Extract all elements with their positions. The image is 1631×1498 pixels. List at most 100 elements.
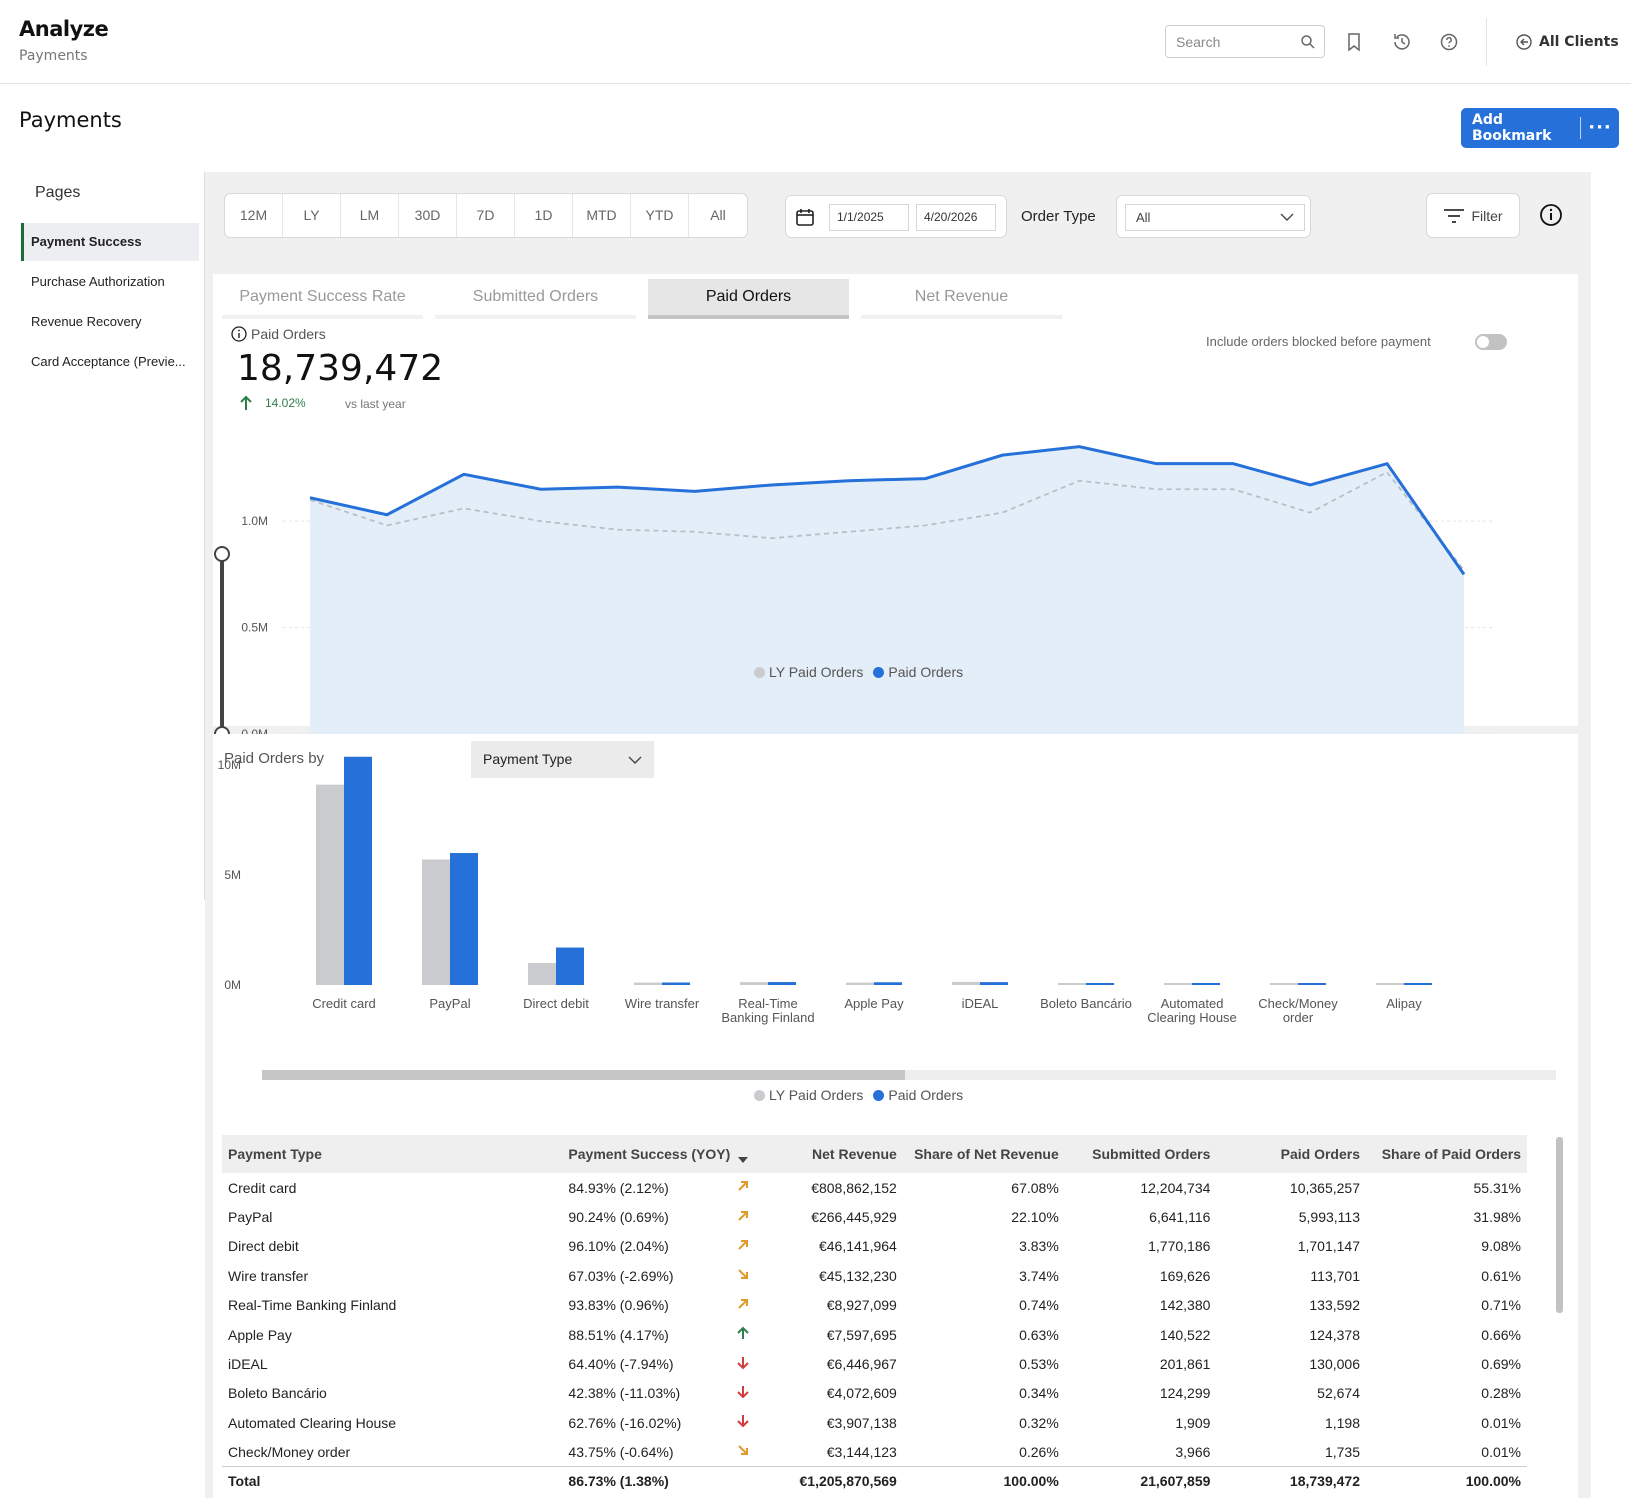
pages-sidebar: Pages Payment Success Purchase Authoriza… [19,172,200,900]
sidebar-item-revenue-recovery[interactable]: Revenue Recovery [21,303,199,341]
table-row[interactable]: Credit card 84.93% (2.12%) €808,862,152 67.… [222,1173,1527,1202]
table-total-row: Total 86.73% (1.38%) €1,205,870,569 100.00%… [222,1466,1527,1495]
period-7d[interactable]: 7D [457,194,515,237]
cell-payment-success: 64.40% (-7.94%) [568,1356,674,1373]
table-row[interactable]: Real-Time Banking Finland 93.83% (0.96%) €… [222,1291,1527,1320]
x-category-label: Alipay [1386,996,1422,1011]
help-icon[interactable] [1438,31,1460,53]
date-from-input[interactable]: 1/1/2025 [829,204,909,231]
col-paid-orders[interactable]: Paid Orders [1216,1135,1366,1173]
table-row[interactable]: Apple Pay 88.51% (4.17%) €7,597,695 0.63% 14… [222,1320,1527,1349]
period-1d[interactable]: 1D [515,194,573,237]
cell-net-revenue: €7,597,695 [826,1326,897,1343]
cell-paid-orders: 18,739,472 [1216,1466,1366,1495]
tab-paid-orders[interactable]: Paid Orders [648,279,849,319]
col-share-paid-orders[interactable]: Share of Paid Orders [1366,1135,1527,1173]
cell-payment-success: 93.83% (0.96%) [568,1297,669,1314]
y-tick-label: 10M [218,758,241,772]
cell-paid-orders: 113,701 [1310,1267,1360,1284]
period-12m[interactable]: 12M [225,194,283,237]
trend-arrow-icon [727,1261,758,1290]
period-ytd[interactable]: YTD [631,194,689,237]
cell-share-net-revenue: 100.00% [902,1466,1065,1495]
period-mtd[interactable]: MTD [573,194,631,237]
table-row[interactable]: Direct debit 96.10% (2.04%) €46,141,964 3.8… [222,1232,1527,1261]
info-icon[interactable] [231,326,247,342]
search-box[interactable] [1165,25,1325,58]
sort-indicator[interactable] [727,1135,759,1173]
cell-share-paid-orders: 0.01% [1481,1443,1521,1460]
info-icon[interactable] [1539,203,1563,227]
sidebar-item-purchase-authorization[interactable]: Purchase Authorization [21,263,199,301]
period-all[interactable]: All [689,194,747,237]
cell-paid-orders: 1,735 [1324,1443,1360,1460]
cell-share-net-revenue: 0.53% [1019,1356,1059,1373]
table-header-row: Payment Type Payment Success (YOY) Net R… [222,1135,1527,1173]
col-share-net-revenue[interactable]: Share of Net Revenue [902,1135,1065,1173]
period-ly[interactable]: LY [283,194,341,237]
order-type-select[interactable]: All [1116,195,1311,238]
period-30d[interactable]: 30D [399,194,457,237]
col-payment-success[interactable]: Payment Success (YOY) [562,1135,730,1173]
tab-submitted-orders[interactable]: Submitted Orders [435,279,636,319]
tab-payment-success-rate[interactable]: Payment Success Rate [222,279,423,319]
cell-payment-type: Total [222,1466,563,1495]
table-row[interactable]: Check/Money order 43.75% (-0.64%) €3,144,1… [222,1438,1527,1467]
legend-ly[interactable]: LY Paid Orders [769,664,863,680]
cell-payment-success: 88.51% (4.17%) [568,1326,669,1343]
x-category-label: PayPal [429,996,470,1011]
toggle-knob [1477,336,1489,348]
topbar-divider [1486,18,1487,66]
legend-current[interactable]: Paid Orders [888,664,963,680]
blocked-orders-toggle[interactable] [1475,334,1507,350]
range-slider-handle-top [214,546,230,562]
col-submitted-orders[interactable]: Submitted Orders [1064,1135,1217,1173]
search-icon[interactable] [1300,34,1316,50]
date-to-input[interactable]: 4/20/2026 [916,204,996,231]
payment-type-table: Payment Type Payment Success (YOY) Net R… [222,1135,1527,1495]
legend-ly[interactable]: LY Paid Orders [769,1087,863,1103]
cell-net-revenue: €266,445,929 [811,1209,897,1226]
app-subtitle[interactable]: Payments [19,48,88,64]
cell-payment-type: Wire transfer [228,1267,309,1284]
more-options-icon[interactable]: ··· [1581,119,1619,137]
cell-payment-type: iDEAL [228,1356,268,1373]
filter-button[interactable]: Filter [1426,193,1520,238]
bookmark-icon[interactable] [1343,31,1365,53]
cell-paid-orders: 5,993,113 [1298,1209,1360,1226]
all-clients-button[interactable]: All Clients [1515,31,1619,53]
search-input[interactable] [1176,32,1296,52]
cell-paid-orders: 10,365,257 [1289,1179,1360,1196]
sidebar-item-payment-success[interactable]: Payment Success [21,223,199,261]
trend-arrow-icon [727,1408,758,1437]
table-row[interactable]: Boleto Bancário 42.38% (-11.03%) €4,072,60… [222,1379,1527,1408]
cell-payment-type: Direct debit [228,1238,299,1255]
sort-desc-icon[interactable] [737,1154,749,1164]
paid-orders-by-type-chart: 0M 5M 10M Credit card PayPal Direct debit Wire… [218,756,1432,1025]
cell-submitted-orders: 124,299 [1159,1385,1211,1402]
table-row[interactable]: Wire transfer 67.03% (-2.69%) €45,132,230 3… [222,1261,1527,1290]
table-row[interactable]: Automated Clearing House 62.76% (-16.02%)… [222,1408,1527,1437]
cell-paid-orders: 133,592 [1309,1297,1360,1314]
add-bookmark-button[interactable]: Add Bookmark ··· [1461,108,1619,148]
chart-horizontal-scrollbar[interactable] [262,1070,1556,1080]
col-net-revenue[interactable]: Net Revenue [758,1135,903,1173]
legend-swatch-current [873,666,885,678]
history-icon[interactable] [1391,31,1413,53]
cell-submitted-orders: 142,380 [1159,1297,1211,1314]
table-vertical-scrollbar[interactable] [1556,1137,1563,1313]
tab-net-revenue[interactable]: Net Revenue [861,279,1062,319]
calendar-icon[interactable] [795,207,815,227]
col-payment-type[interactable]: Payment Type [222,1135,563,1173]
period-lm[interactable]: LM [341,194,399,237]
switch-clients-icon [1516,34,1532,50]
table-row[interactable]: iDEAL 64.40% (-7.94%) €6,446,967 0.53% 201,8… [222,1349,1527,1378]
sidebar-item-card-acceptance[interactable]: Card Acceptance (Previe... [21,343,199,381]
scrollbar-thumb[interactable] [262,1070,905,1080]
table-row[interactable]: PayPal 90.24% (0.69%) €266,445,929 22.10% 6,… [222,1202,1527,1231]
legend-current[interactable]: Paid Orders [888,1087,963,1103]
cell-share-net-revenue: 3.83% [1019,1238,1059,1255]
bar-current [556,947,584,985]
cell-payment-type: Check/Money order [228,1443,351,1460]
x-category-label: iDEAL [962,996,999,1011]
